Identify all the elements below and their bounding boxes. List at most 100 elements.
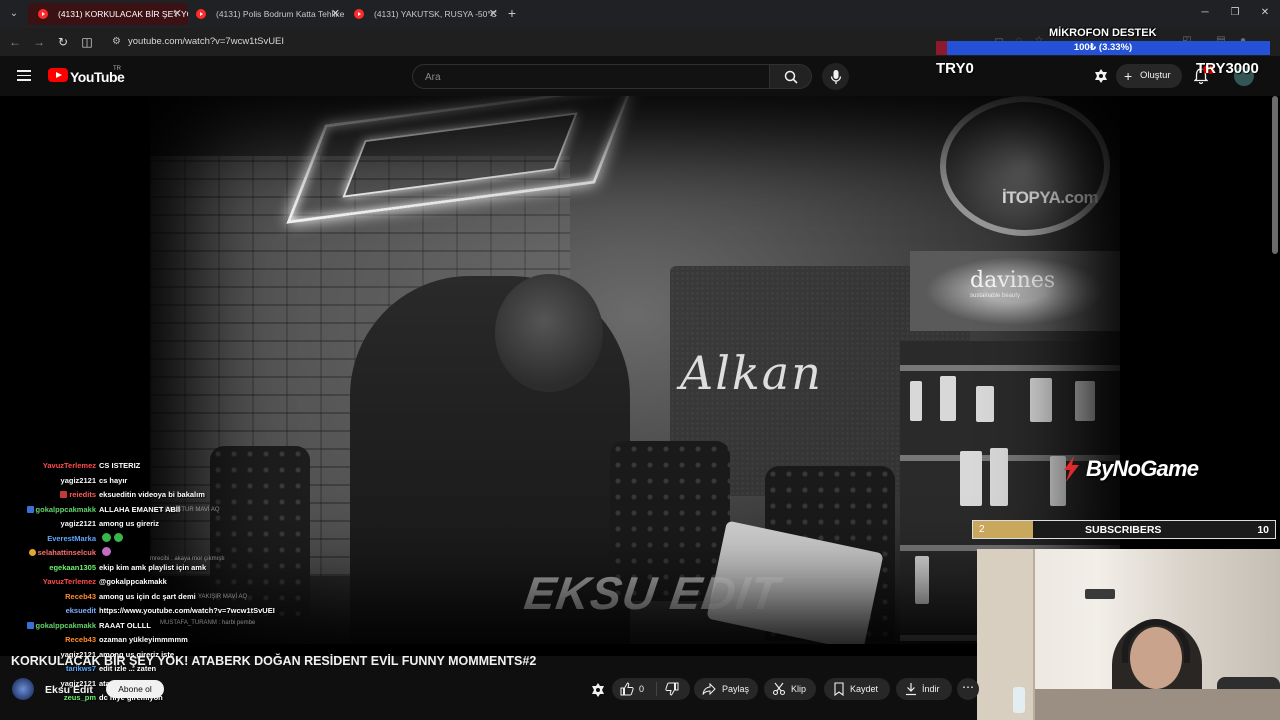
chat-text: among us için dc şart demi (99, 591, 196, 601)
chat-username: yagiz2121 (60, 519, 96, 528)
forward-arrow-icon[interactable]: → (30, 33, 48, 51)
subscriber-goal-bar: 2 SUBSCRIBERS 10 (972, 520, 1276, 539)
download-button[interactable]: İndir (896, 678, 952, 700)
like-dislike-group: 0 (612, 678, 690, 700)
subscriber-current: 2 (979, 524, 985, 535)
channel-avatar[interactable] (12, 678, 34, 700)
browser-tab-1[interactable]: (4131) KORKULACAK BİR ŞEY YOK! ✕ (28, 3, 188, 25)
scissors-icon (772, 682, 786, 696)
chat-message: gokalppcakmakk ALLAHA EMANET ABİİ (0, 503, 180, 516)
chat-username: yagiz2121 (60, 475, 96, 485)
chat-username: eksuedit (65, 606, 96, 615)
chat-text: RAAAT OLLLL (99, 620, 151, 630)
youtube-favicon-icon (38, 9, 48, 19)
chat-text: cs hayır (99, 475, 128, 485)
subscribe-button[interactable]: Abone ol (106, 680, 164, 698)
create-button[interactable]: + Oluştur (1116, 64, 1182, 88)
chat-message: eksuedit https://www.youtube.com/watch?v=… (0, 604, 275, 617)
download-icon (906, 683, 916, 696)
donation-goal-progress: 100₺ (3.33%) (1073, 42, 1133, 53)
chat-message: YavuzTerlemez @gokalppcakmakk (0, 575, 167, 588)
save-label: Kaydet (850, 684, 879, 694)
chat-username: YavuzTerlemez (42, 577, 96, 586)
search-box (412, 64, 770, 89)
plus-icon: + (1124, 68, 1133, 84)
tab-search-chevron-icon[interactable]: ⌄ (4, 4, 24, 24)
tab-close-icon[interactable]: ✕ (331, 3, 340, 25)
tab-title: (4131) YAKUTSK, RUSYA -50°C (374, 9, 497, 19)
faded-chat-message: mrecibi : akaya mor çıkmıştı (150, 556, 225, 562)
like-count: 0 (639, 684, 645, 694)
emote-icon (102, 532, 111, 542)
search-button[interactable] (770, 64, 812, 89)
search-input[interactable] (425, 70, 755, 84)
chat-message: Receb43 ozaman yükleyimmmmm (0, 633, 188, 646)
more-actions-icon[interactable]: ⋯ (957, 678, 979, 700)
bookmark-icon (834, 682, 844, 696)
chat-username: Receb43 (65, 635, 96, 644)
donation-goal-bar: 100₺ (3.33%) (936, 41, 1270, 55)
chat-message: yagiz2121 cs hayır (0, 474, 128, 487)
page-scrollbar[interactable] (1272, 96, 1278, 254)
back-arrow-icon[interactable]: ← (6, 33, 24, 51)
hamburger-menu-icon[interactable] (17, 70, 31, 81)
chat-text: among us gireriz (99, 519, 160, 528)
chat-username: reiedits (69, 490, 96, 499)
chat-message: Receb43 among us için dc şart demi (0, 590, 196, 603)
youtube-studio-icon[interactable] (1093, 68, 1109, 84)
microphone-icon (830, 69, 841, 84)
youtube-favicon-icon (354, 9, 364, 19)
sub-badge-icon (60, 491, 68, 498)
new-tab-plus-icon[interactable]: + (503, 4, 521, 22)
dislike-button[interactable] (657, 678, 690, 700)
youtube-favicon-icon (196, 9, 206, 19)
clip-label: Klip (791, 684, 807, 694)
vignette (150, 96, 1120, 644)
chat-username: selahattinselcuk (37, 548, 96, 557)
tab-close-icon[interactable]: ✕ (173, 3, 182, 25)
mod-badge-icon (26, 505, 34, 513)
chat-text: @gokalppcakmakk (99, 577, 167, 586)
tab-title: (4131) KORKULACAK BİR ŞEY YOK! (58, 9, 188, 19)
browser-tab-2[interactable]: (4131) Polis Bodrum Katta Tehlike ✕ (186, 3, 346, 25)
chat-text: eksueditin videoya bi bakalım (99, 490, 205, 499)
headset-icon (1122, 619, 1190, 663)
browser-tab-3[interactable]: (4131) YAKUTSK, RUSYA -50°C ✕ (344, 3, 504, 25)
reload-icon[interactable]: ↻ (54, 33, 72, 51)
sponsor-logo-icon (1064, 456, 1079, 482)
search-icon (784, 70, 798, 84)
youtube-studio-icon[interactable] (590, 682, 606, 698)
clip-button[interactable]: Klip (764, 678, 816, 700)
chat-message: egekaan1305 ekip kim amk playlist için am… (0, 561, 206, 574)
chat-message: yagiz2121 among us gireriz (0, 517, 159, 530)
site-info-icon[interactable]: ⚙ (112, 36, 121, 47)
chat-message: YavuzTerlemez CS ISTERIZ (0, 459, 141, 472)
youtube-logo-icon[interactable] (48, 68, 68, 82)
share-button[interactable]: Paylaş (694, 678, 758, 700)
window-minimize-icon[interactable]: ─ (1196, 4, 1214, 22)
voice-search-button[interactable] (822, 63, 849, 90)
chat-text: CS ISTERIZ (99, 461, 141, 470)
chat-text: ekip kim amk playlist için amk (99, 562, 207, 572)
tab-close-icon[interactable]: ✕ (489, 3, 498, 25)
subscriber-goal-target: 10 (1257, 524, 1269, 536)
faded-chat-message: 1 OLUŞTUR MAVİ AQ (160, 507, 220, 513)
window-restore-icon[interactable]: ❐ (1226, 4, 1244, 22)
window-close-icon[interactable]: ✕ (1256, 4, 1274, 22)
share-label: Paylaş (722, 684, 750, 694)
share-arrow-icon (702, 682, 716, 696)
faded-chat-message: MUSTAFA_TURANM : harbi pembe (160, 620, 256, 626)
video-frame[interactable]: Alkan İTOPYA.com davines sustainable bea… (150, 96, 1120, 644)
emote-icon (114, 532, 123, 542)
youtube-header: YouTube TR + Oluştur 9+ (0, 56, 1280, 96)
sidebar-toggle-icon[interactable]: ◫ (78, 33, 96, 51)
like-button[interactable]: 0 (612, 678, 656, 700)
webcam-wall-shelf (1085, 589, 1115, 599)
download-label: İndir (922, 684, 940, 694)
chat-message: reiedits eksueditin videoya bi bakalım (0, 488, 205, 501)
save-button[interactable]: Kaydet (824, 678, 890, 700)
chat-username: Receb43 (65, 591, 96, 601)
streamer-webcam (977, 549, 1280, 720)
address-bar[interactable]: youtube.com/watch?v=7wcw1tSvUEI (128, 36, 284, 47)
channel-name[interactable]: Eksu Edit (45, 684, 93, 696)
